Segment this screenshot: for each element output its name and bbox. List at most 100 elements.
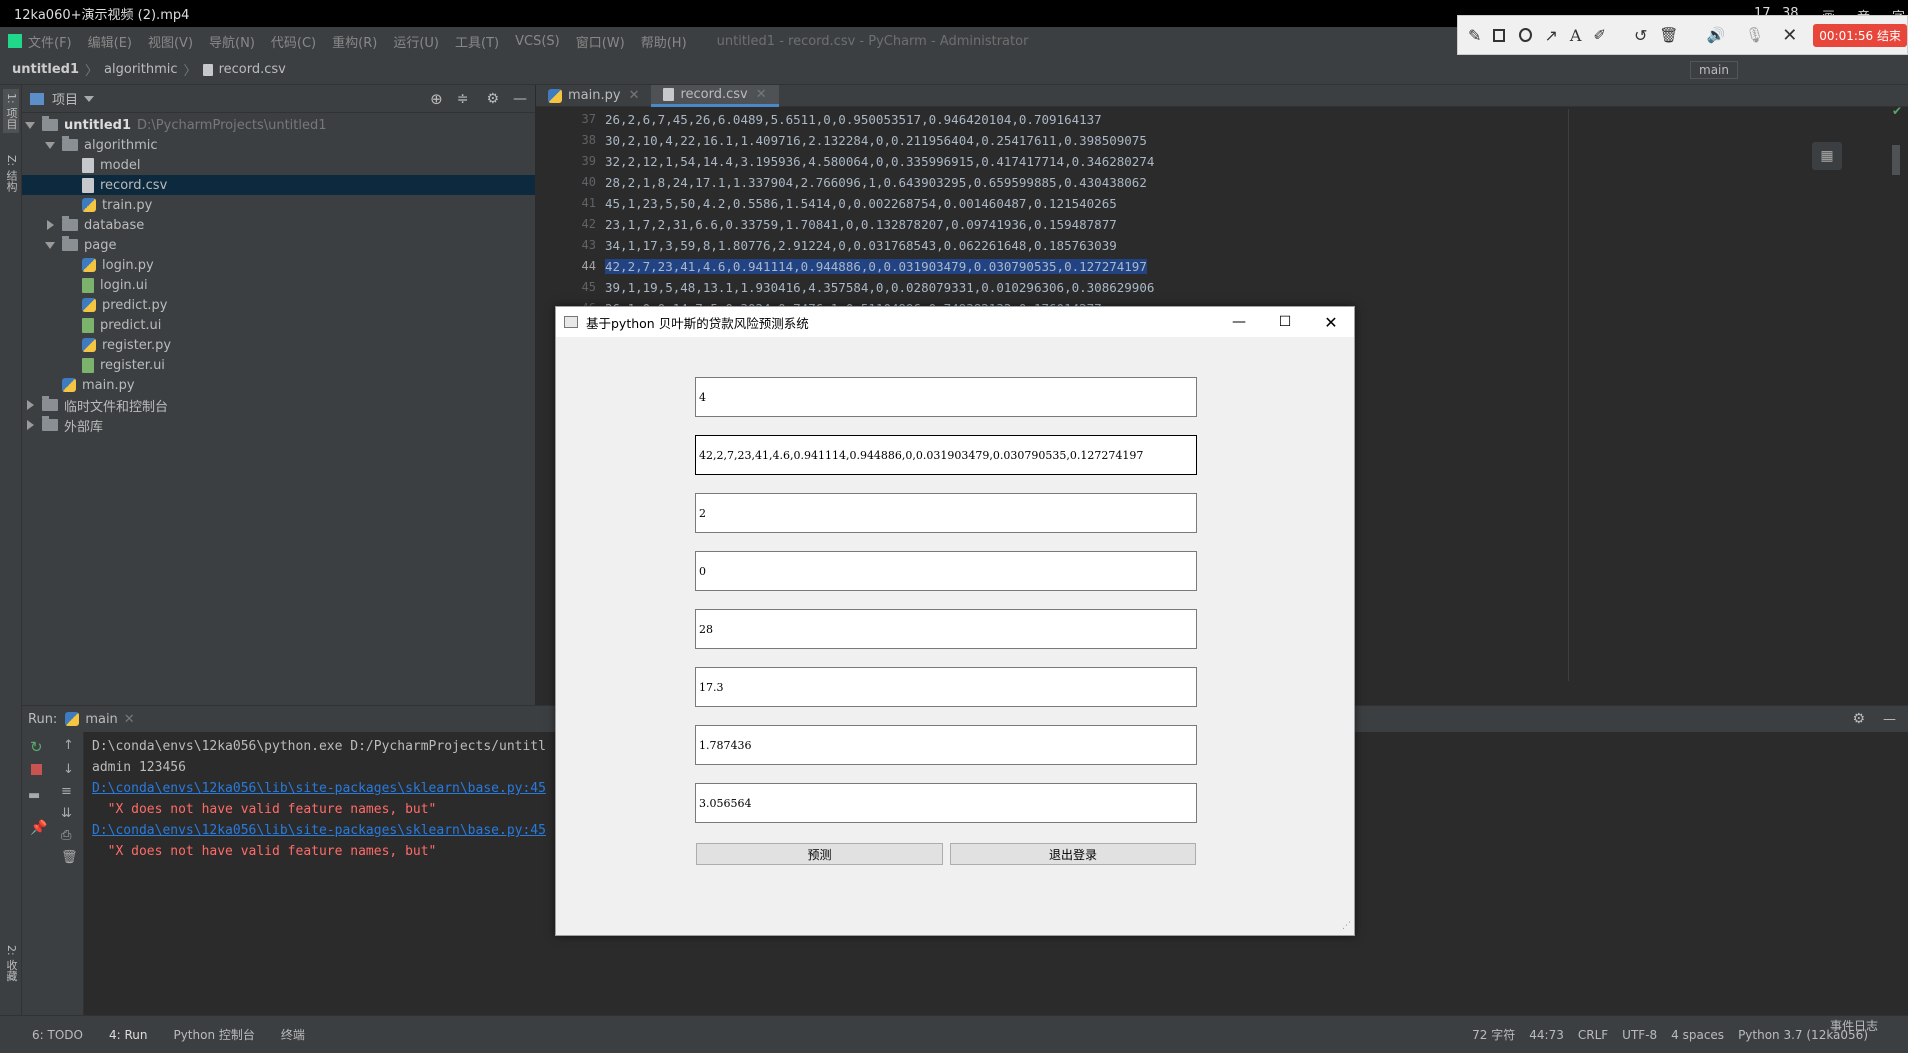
rectangle-icon[interactable] — [1493, 28, 1506, 42]
locate-icon[interactable]: ⊕ — [430, 90, 443, 108]
menu-item[interactable]: 代码(C) — [271, 32, 316, 51]
text-icon[interactable]: A — [1570, 26, 1582, 45]
close-icon[interactable]: ✕ — [1782, 25, 1797, 46]
maximize-window-icon[interactable]: ☐ — [1262, 314, 1308, 330]
arrow-down-icon[interactable]: ↓ — [63, 762, 74, 777]
breadcrumb-item[interactable]: algorithmic — [104, 62, 178, 77]
arrow-up-icon[interactable]: ↑ — [63, 738, 74, 753]
tree-item[interactable]: 临时文件和控制台 — [22, 395, 535, 415]
scrollbar-thumb[interactable] — [1892, 145, 1900, 175]
predict-button[interactable]: 预测 — [696, 843, 943, 865]
gear-icon[interactable]: ⚙ — [1852, 711, 1865, 727]
run-tab[interactable]: main — [85, 712, 117, 727]
collapse-arrow-icon[interactable] — [44, 219, 56, 231]
menu-item[interactable]: 重构(R) — [332, 32, 377, 51]
expand-arrow-icon[interactable] — [44, 139, 56, 151]
table-view-icon[interactable]: ▦ — [1812, 142, 1842, 170]
stop-icon[interactable] — [31, 764, 42, 775]
terminal-tab[interactable]: 终端 — [281, 1026, 305, 1043]
tree-item[interactable]: record.csv — [22, 175, 535, 195]
tree-item[interactable]: page — [22, 235, 535, 255]
output-link[interactable]: D:\conda\envs\12ka056\lib\site-packages\… — [92, 820, 572, 841]
code-line[interactable]: 45,1,23,5,50,4.2,0.5586,1.5414,0,0.00226… — [605, 193, 1154, 214]
todo-tab[interactable]: 6: TODO — [32, 1028, 83, 1042]
layout-icon[interactable]: ▬ — [28, 788, 40, 803]
code-line[interactable]: 34,1,17,3,59,8,1.80776,2.91224,0,0.03176… — [605, 235, 1154, 256]
close-tab-icon[interactable]: ✕ — [756, 87, 767, 102]
tree-item[interactable]: database — [22, 215, 535, 235]
recording-timer[interactable]: 00:01:56 结束 — [1813, 23, 1907, 47]
menu-item[interactable]: VCS(S) — [515, 34, 560, 49]
menu-item[interactable]: 运行(U) — [393, 32, 439, 51]
code-line[interactable]: 28,2,1,8,24,17.1,1.337904,2.766096,1,0.6… — [605, 172, 1154, 193]
undo-icon[interactable]: ↺ — [1634, 26, 1647, 45]
collapse-arrow-icon[interactable] — [24, 399, 36, 411]
tree-item[interactable]: login.py — [22, 255, 535, 275]
input-field-6[interactable]: 17.3 — [695, 667, 1197, 707]
input-field-8[interactable]: 3.056564 — [695, 783, 1197, 823]
menu-item[interactable]: 帮助(H) — [641, 32, 687, 51]
tree-item[interactable]: register.py — [22, 335, 535, 355]
input-field-2[interactable]: 42,2,7,23,41,4.6,0.941114,0.944886,0,0.0… — [695, 435, 1197, 475]
tree-item[interactable]: algorithmic — [22, 135, 535, 155]
input-field-4[interactable]: 0 — [695, 551, 1197, 591]
breadcrumb-item[interactable]: record.csv — [219, 62, 286, 77]
soft-wrap-icon[interactable]: ≡ — [61, 784, 72, 799]
cursor-position[interactable]: 44:73 — [1529, 1028, 1564, 1042]
code-line[interactable]: 26,2,6,7,45,26,6.0489,5.6511,0,0.9500535… — [605, 109, 1154, 130]
marker-icon[interactable]: ✐ — [1593, 26, 1606, 44]
code-line[interactable]: 32,2,12,1,54,14.4,3.195936,4.580064,0,0.… — [605, 151, 1154, 172]
menu-item[interactable]: 窗口(W) — [576, 32, 625, 51]
tree-item[interactable]: predict.ui — [22, 315, 535, 335]
minimize-window-icon[interactable]: — — [1216, 314, 1262, 330]
code-line[interactable]: 30,2,10,4,22,16.1,1.409716,2.132284,0,0.… — [605, 130, 1154, 151]
code-line[interactable]: 39,1,19,5,48,13.1,1.930416,4.357584,0,0.… — [605, 277, 1154, 298]
close-tab-icon[interactable]: ✕ — [629, 88, 640, 103]
circle-icon[interactable] — [1519, 28, 1533, 42]
expand-arrow-icon[interactable] — [44, 239, 56, 251]
indent-setting[interactable]: 4 spaces — [1671, 1028, 1724, 1042]
structure-side-tab[interactable]: Z: 结构 — [3, 155, 19, 192]
print-icon[interactable]: ⎙ — [61, 828, 71, 843]
run-tool-tab[interactable]: 4: Run — [109, 1028, 148, 1042]
collapse-all-icon[interactable]: ≑ — [457, 91, 469, 107]
menu-item[interactable]: 工具(T) — [455, 32, 499, 51]
favorites-side-tab[interactable]: 2: 收藏 — [3, 945, 19, 981]
logout-button[interactable]: 退出登录 — [950, 843, 1196, 865]
input-field-1[interactable]: 4 — [695, 377, 1197, 417]
tree-item[interactable]: main.py — [22, 375, 535, 395]
rerun-icon[interactable]: ↻ — [30, 738, 43, 756]
tree-item[interactable]: untitled1 D:\PycharmProjects\untitled1 — [22, 115, 535, 135]
input-field-7[interactable]: 1.787436 — [695, 725, 1197, 765]
input-field-3[interactable]: 2 — [695, 493, 1197, 533]
input-field-5[interactable]: 28 — [695, 609, 1197, 649]
minimize-icon[interactable]: — — [513, 91, 527, 107]
branch-selector[interactable]: main — [1690, 60, 1738, 79]
python-console-tab[interactable]: Python 控制台 — [173, 1026, 254, 1043]
trash-icon[interactable]: 🗑 — [1659, 26, 1678, 44]
project-header-label[interactable]: 项目 — [52, 89, 78, 108]
pin-icon[interactable]: 📌 — [30, 820, 47, 836]
tree-item[interactable]: predict.py — [22, 295, 535, 315]
tree-item[interactable]: 外部库 — [22, 415, 535, 435]
run-output[interactable]: D:\conda\envs\12ka056\python.exe D:/Pych… — [92, 736, 572, 862]
file-encoding[interactable]: UTF-8 — [1622, 1028, 1657, 1042]
tab-record-csv[interactable]: record.csv ✕ — [651, 84, 779, 107]
code-content[interactable]: 26,2,6,7,45,26,6.0489,5.6511,0,0.9500535… — [605, 109, 1154, 319]
code-line[interactable]: 23,1,7,2,31,6.6,0.33759,1.70841,0,0.1328… — [605, 214, 1154, 235]
menu-item[interactable]: 导航(N) — [209, 32, 255, 51]
menu-item[interactable]: 文件(F) — [28, 32, 72, 51]
close-window-icon[interactable]: ✕ — [1308, 313, 1354, 332]
project-side-tab[interactable]: 1: 项目 — [3, 89, 19, 134]
pen-icon[interactable]: ✎ — [1468, 26, 1481, 45]
menu-item[interactable]: 编辑(E) — [88, 32, 132, 51]
tree-item[interactable]: login.ui — [22, 275, 535, 295]
code-line[interactable]: 42,2,7,23,41,4.6,0.941114,0.944886,0,0.0… — [605, 256, 1154, 277]
tree-item[interactable]: model — [22, 155, 535, 175]
breadcrumb-item[interactable]: untitled1 — [12, 62, 79, 77]
minimize-icon[interactable]: — — [1883, 712, 1896, 727]
close-tab-icon[interactable]: ✕ — [124, 712, 135, 727]
tree-item[interactable]: train.py — [22, 195, 535, 215]
speaker-icon[interactable]: 🔊 — [1706, 26, 1725, 44]
resize-grip-icon[interactable]: ⋰ — [1342, 921, 1351, 931]
